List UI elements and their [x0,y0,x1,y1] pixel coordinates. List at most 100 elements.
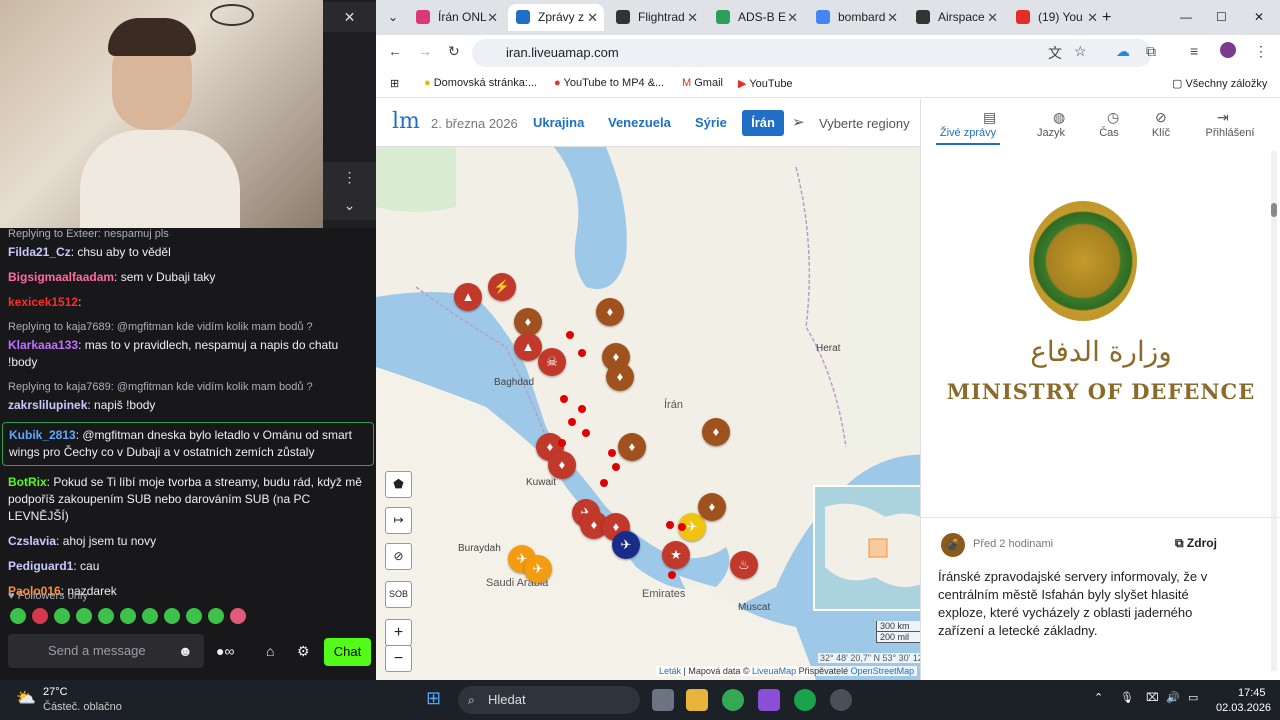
select-region[interactable]: Vyberte regiony [819,116,910,131]
tab-close-icon[interactable]: ✕ [987,4,998,31]
bookmark-item[interactable]: M Gmail [682,77,723,89]
map-event-marker-icon[interactable]: ♦ [606,363,634,391]
gear-icon[interactable]: ⚙ [297,643,310,660]
chat-username[interactable]: BotRix [8,475,47,489]
liveuamap-link[interactable]: LiveuaMap [752,666,796,676]
chat-username[interactable]: Pediguard1 [8,559,73,573]
tab-key[interactable]: Klíč [1135,127,1187,139]
sob-button[interactable]: SOB [385,581,412,608]
map-event-dot[interactable] [582,429,590,437]
map-event-dot[interactable] [600,479,608,487]
browser-tab[interactable]: bombard ✕ [808,4,904,31]
browser-tab[interactable]: ADS-B E ✕ [708,4,804,31]
scrollbar[interactable] [1271,151,1277,671]
nav-syrie[interactable]: Sýrie [695,115,727,130]
tab-search-icon[interactable]: ⌄ [380,4,408,31]
back-icon[interactable]: ← [388,43,402,59]
chat-username[interactable]: Czslavia [8,534,56,548]
windows-start-icon[interactable]: ⊞ [426,688,441,709]
emote-icon[interactable] [10,608,26,624]
media-icon[interactable]: ≡ [1190,43,1198,59]
browser-tab[interactable]: Írán ONL ✕ [408,4,504,31]
emote-icon[interactable] [32,608,48,624]
map-event-marker-icon[interactable]: ⚡ [488,273,516,301]
reply-context[interactable]: Replying to kaja7689: @mgfitman kde vidí… [8,379,368,396]
emote-icon[interactable] [54,608,70,624]
tab-close-icon[interactable]: ✕ [587,4,598,31]
tab-live-news[interactable]: Živé zprávy [936,127,1000,145]
close-icon[interactable]: ✕ [323,2,376,32]
more-options-icon[interactable]: ⋮ [323,162,376,192]
weather-icon[interactable]: ⛅ [16,688,36,708]
tab-login[interactable]: Přihlášení [1193,127,1267,139]
bookmark-item[interactable]: ▶ YouTube [738,77,793,90]
window-close-icon[interactable]: ✕ [1248,4,1272,31]
weather-desc[interactable]: Částeč. oblačno [43,701,122,713]
browser-tab[interactable]: Zprávy z ✕ [508,4,604,31]
emote-icon[interactable] [208,608,224,624]
file-explorer-icon[interactable] [686,689,708,711]
hide-icon[interactable]: ⊘ [385,543,412,570]
send-message-input[interactable]: Send a message [8,634,204,668]
emote-icon[interactable] [230,608,246,624]
map-event-marker-icon[interactable]: ✈ [612,531,640,559]
clock-date[interactable]: 02.03.2026 [1216,702,1271,714]
taskbar-search[interactable]: Hledat [458,686,640,714]
news-item[interactable]: 💣 Před 2 hodinami ⧉ Zdroj Íránské zpravo… [921,517,1280,638]
chat-username[interactable]: zakrslilupinek [8,398,87,412]
scrollbar-thumb[interactable] [1271,203,1277,217]
chat-button[interactable]: Chat [324,638,371,666]
map-event-dot[interactable] [578,405,586,413]
map-event-dot[interactable] [668,571,676,579]
map-event-marker-icon[interactable]: ♦ [596,298,624,326]
all-bookmarks[interactable]: ▢ Všechny záložky [1172,77,1267,90]
source-link[interactable]: ⧉ Zdroj [1175,536,1217,551]
site-logo[interactable]: lm [392,109,420,134]
nav-ukrajina[interactable]: Ukrajina [533,115,584,130]
new-tab-button[interactable]: + [1094,4,1122,31]
map-event-dot[interactable] [608,449,616,457]
tab-language[interactable]: Jazyk [1021,127,1081,139]
osm-link[interactable]: OpenStreetMap [851,666,915,676]
volume-icon[interactable]: 🔊 [1166,691,1180,704]
reply-context[interactable]: Replying to Exteer: nespamuj pls [8,226,368,243]
tab-close-icon[interactable]: ✕ [487,4,498,31]
map-event-dot[interactable] [560,395,568,403]
chat-username[interactable]: Bigsigmaalfaadam [8,270,114,284]
reply-context[interactable]: Replying to kaja7689: @mgfitman kde vidí… [8,319,368,336]
measure-icon[interactable]: ↦ [385,507,412,534]
browser-tab[interactable]: (19) You ✕ [1008,4,1104,31]
emote-icon[interactable] [76,608,92,624]
map-event-dot[interactable] [566,331,574,339]
map-event-marker-icon[interactable]: ♦ [548,451,576,479]
chevron-down-icon[interactable]: ⌄ [323,190,376,220]
zoom-out-button[interactable]: − [385,645,412,672]
tab-time[interactable]: Čas [1081,127,1137,139]
nav-venezuela[interactable]: Venezuela [608,115,671,130]
task-view-icon[interactable] [652,689,674,711]
map-event-dot[interactable] [568,418,576,426]
chat-username[interactable]: Filda21_Cz [8,245,71,259]
map-event-marker-icon[interactable]: ▲ [454,283,482,311]
zoom-in-button[interactable]: + [385,619,412,646]
draw-polygon-icon[interactable]: ⬟ [385,471,412,498]
map-event-marker-icon[interactable]: ♦ [698,493,726,521]
app-icon[interactable] [830,689,852,711]
map-event-marker-icon[interactable]: ♦ [514,308,542,336]
map-event-dot[interactable] [666,521,674,529]
xbox-icon[interactable] [794,689,816,711]
tab-close-icon[interactable]: ✕ [687,4,698,31]
map-event-marker-icon[interactable]: ♦ [618,433,646,461]
browser-tab[interactable]: Flightrad ✕ [608,4,704,31]
map-event-dot[interactable] [678,523,686,531]
chrome-icon[interactable] [722,689,744,711]
emote-icon[interactable] [120,608,136,624]
app-icon[interactable] [758,689,780,711]
extensions-icon[interactable]: ⧉ [1146,43,1156,60]
network-icon[interactable]: ⌧ [1146,691,1159,704]
emote-icon[interactable] [186,608,202,624]
map-event-dot[interactable] [558,439,566,447]
menu-icon[interactable]: ⋮ [1254,43,1268,60]
battery-icon[interactable]: ▭ [1188,691,1198,704]
chat-username[interactable]: Kubik_2813 [9,428,76,442]
